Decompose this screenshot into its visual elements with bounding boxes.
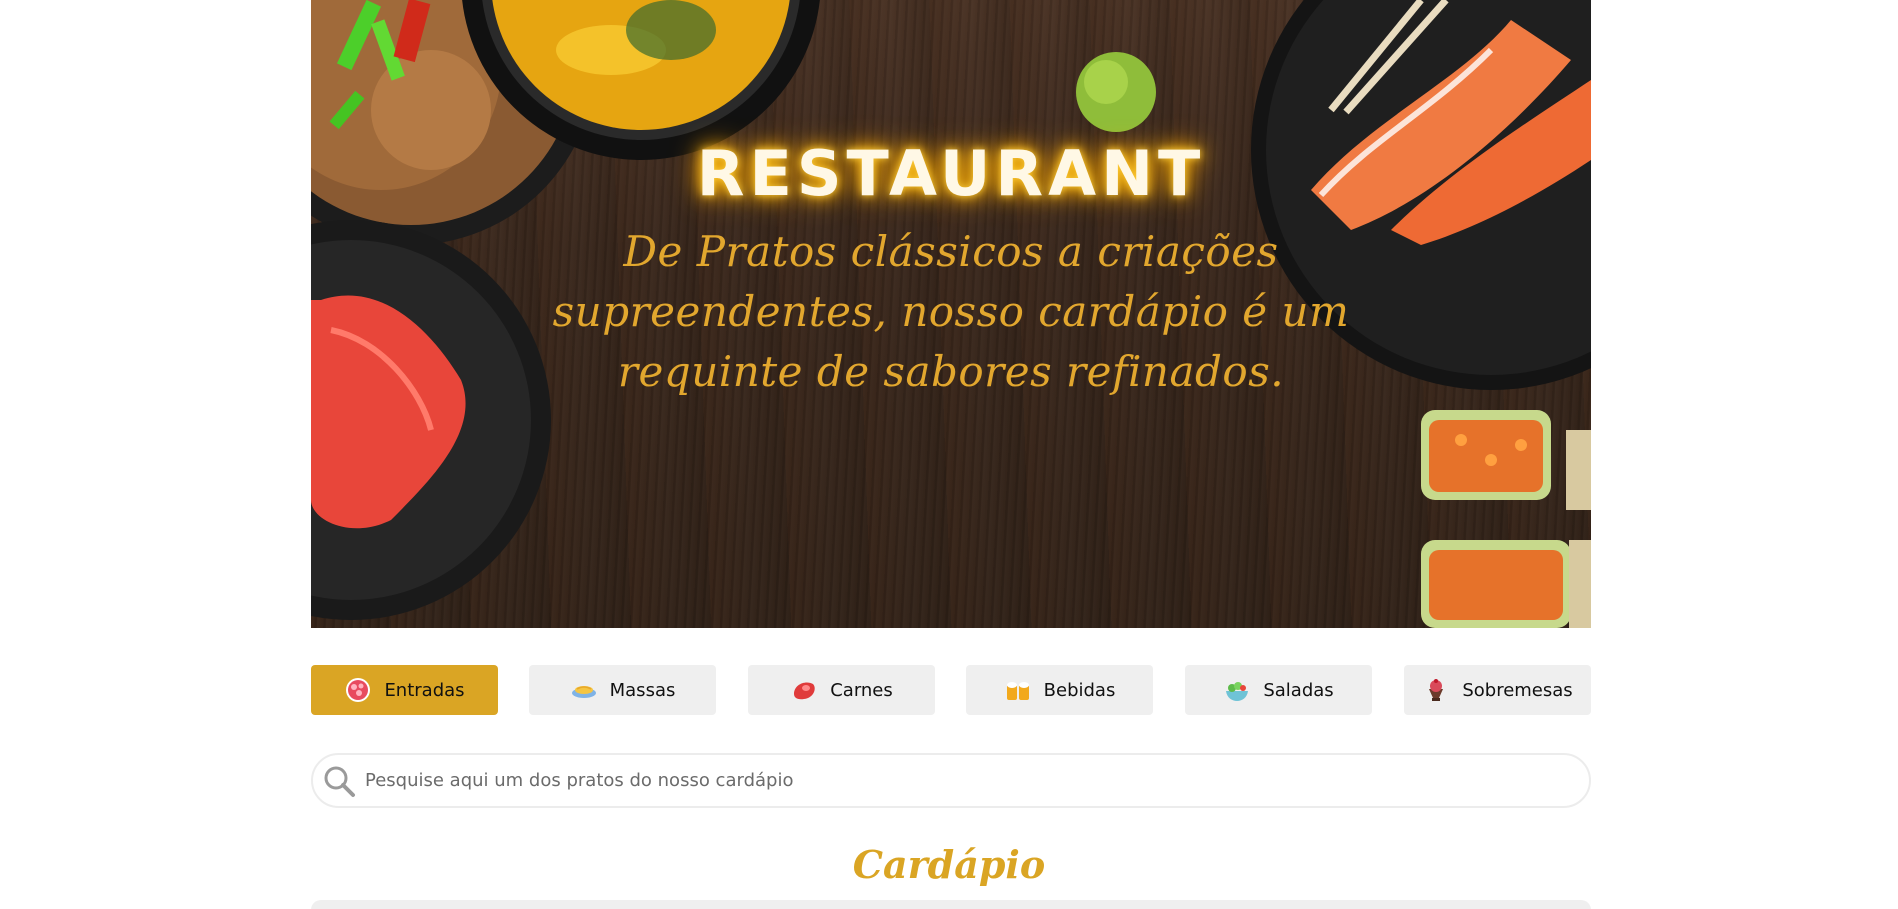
hero-banner: RESTAURANT De Pratos clássicos a criaçõe…: [311, 0, 1591, 628]
category-label-entradas: Entradas: [384, 679, 465, 701]
category-button-saladas[interactable]: Saladas: [1185, 665, 1372, 715]
appetizer-icon: [346, 678, 371, 702]
category-bar: Entradas Massas Carnes Bebidas Saladas S…: [311, 665, 1591, 715]
hero-title: RESTAURANT: [696, 137, 1206, 210]
category-label-sobremesas: Sobremesas: [1462, 679, 1573, 701]
search-bar: [311, 753, 1591, 808]
category-button-massas[interactable]: Massas: [529, 665, 716, 715]
category-label-massas: Massas: [609, 679, 676, 701]
search-icon[interactable]: [321, 763, 357, 799]
category-button-bebidas[interactable]: Bebidas: [966, 665, 1153, 715]
category-button-carnes[interactable]: Carnes: [748, 665, 935, 715]
dessert-icon: [1429, 679, 1444, 701]
hero-subtitle: De Pratos clássicos a criações supreende…: [552, 227, 1350, 396]
search-input[interactable]: [365, 770, 1589, 791]
meat-icon: [794, 682, 815, 700]
menu-title: Cardápio: [852, 842, 1046, 887]
menu-list-top: [311, 900, 1591, 909]
category-label-bebidas: Bebidas: [1043, 679, 1116, 701]
pasta-icon: [571, 686, 596, 698]
category-label-saladas: Saladas: [1263, 679, 1334, 701]
page: RESTAURANT De Pratos clássicos a criaçõe…: [0, 0, 1898, 909]
category-button-sobremesas[interactable]: Sobremesas: [1404, 665, 1591, 715]
category-button-entradas[interactable]: Entradas: [311, 665, 498, 715]
salad-icon: [1226, 682, 1249, 701]
drinks-icon: [1006, 682, 1029, 700]
category-label-carnes: Carnes: [830, 679, 893, 701]
